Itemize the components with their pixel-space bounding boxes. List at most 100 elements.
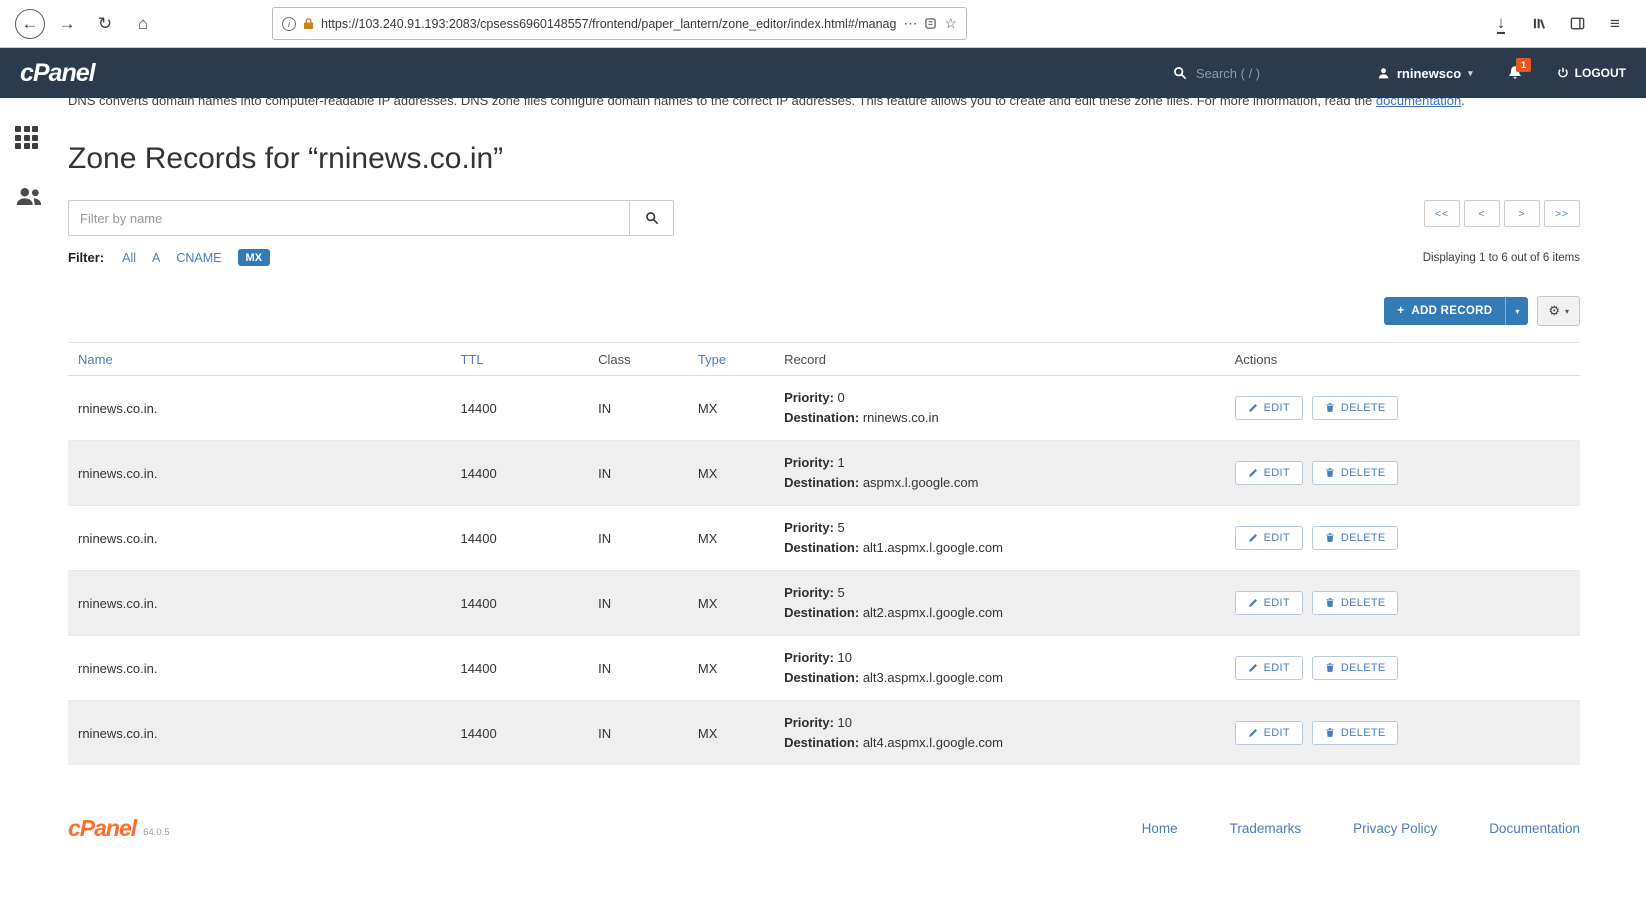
user-menu[interactable]: rninewsco ▾ — [1377, 66, 1473, 81]
column-header-type[interactable]: Type — [687, 342, 775, 376]
browser-forward-button[interactable]: → — [51, 8, 83, 40]
add-record-dropdown-button[interactable]: ▾ — [1505, 297, 1529, 325]
apps-grid-button[interactable] — [0, 120, 38, 155]
table-row: rninews.co.in. 14400 IN MX Priority: 5 D… — [68, 570, 1580, 636]
last-page-button[interactable]: >> — [1544, 200, 1580, 227]
browser-back-button[interactable]: ← — [15, 8, 45, 39]
edit-button[interactable]: EDIT — [1234, 721, 1303, 746]
logout-label: LOGOUT — [1574, 66, 1626, 80]
documentation-link[interactable]: documentation — [1376, 98, 1461, 108]
chevron-down-icon: ▾ — [1515, 306, 1520, 316]
notifications-button[interactable]: 1 — [1507, 58, 1531, 81]
zone-records-table: Name TTL Class Type Record Actions rnine… — [68, 342, 1580, 765]
destination-label: Destination: — [784, 735, 860, 750]
filter-label: Filter: — [68, 250, 105, 265]
record-ttl: 14400 — [450, 505, 589, 571]
record-value: Priority: 0 Destination: rninews.co.in — [774, 375, 1225, 441]
delete-button[interactable]: DELETE — [1311, 720, 1399, 745]
edit-button[interactable]: EDIT — [1234, 526, 1303, 551]
delete-button[interactable]: DELETE — [1311, 590, 1399, 615]
record-type: MX — [687, 440, 775, 506]
column-header-ttl[interactable]: TTL — [450, 342, 589, 376]
library-button[interactable] — [1523, 8, 1555, 40]
filter-mx[interactable]: MX — [237, 249, 271, 266]
sidebar-toggle-button[interactable] — [1561, 8, 1593, 40]
footer-link-privacy-policy[interactable]: Privacy Policy — [1353, 821, 1437, 836]
footer-link-trademarks[interactable]: Trademarks — [1230, 821, 1302, 836]
browser-chrome: ← → ↻ ⌂ i https://103.240.91.193:2083/cp… — [0, 0, 1646, 48]
browser-home-button[interactable]: ⌂ — [127, 8, 159, 40]
username-text: rninewsco — [1396, 65, 1462, 81]
chevron-down-icon: ▾ — [1564, 306, 1569, 316]
record-class: IN — [588, 505, 688, 571]
prev-page-button[interactable]: < — [1464, 200, 1500, 227]
record-class: IN — [588, 635, 688, 701]
settings-button[interactable]: ⚙ ▾ — [1537, 296, 1580, 326]
table-row: rninews.co.in. 14400 IN MX Priority: 10 … — [68, 635, 1580, 701]
delete-button[interactable]: DELETE — [1311, 655, 1399, 680]
type-filters: Filter: All A CNAME MX — [68, 249, 271, 266]
footer-link-documentation[interactable]: Documentation — [1489, 821, 1580, 836]
header-search[interactable]: Search ( / ) — [1173, 66, 1343, 81]
power-icon — [1557, 67, 1569, 79]
delete-button[interactable]: DELETE — [1311, 525, 1399, 550]
description-text: DNS converts domain names into computer-… — [68, 98, 1376, 108]
refresh-icon: ↻ — [97, 13, 113, 33]
table-header-row: Name TTL Class Type Record Actions — [68, 342, 1580, 376]
filter-cname[interactable]: CNAME — [176, 251, 221, 265]
delete-button[interactable]: DELETE — [1311, 395, 1399, 420]
add-record-label: ADD RECORD — [1411, 305, 1493, 317]
table-row: rninews.co.in. 14400 IN MX Priority: 0 D… — [68, 375, 1580, 441]
pencil-icon — [1248, 728, 1258, 738]
page-info-icon[interactable]: i — [282, 16, 296, 31]
library-icon — [1532, 16, 1547, 31]
priority-label: Priority: — [784, 390, 834, 405]
destination-value: alt2.aspmx.l.google.com — [862, 605, 1003, 620]
filter-a[interactable]: A — [152, 251, 160, 265]
next-page-button[interactable]: > — [1504, 200, 1540, 227]
logout-button[interactable]: LOGOUT — [1557, 66, 1626, 80]
filter-search-button[interactable] — [630, 200, 674, 236]
record-type: MX — [687, 570, 775, 636]
footer-link-home[interactable]: Home — [1142, 821, 1178, 836]
user-manager-button[interactable] — [0, 181, 43, 212]
record-type: MX — [687, 505, 775, 571]
edit-label: EDIT — [1263, 597, 1290, 610]
column-header-name[interactable]: Name — [68, 342, 451, 376]
record-class: IN — [588, 375, 688, 441]
downloads-button[interactable]: ↓ — [1485, 8, 1517, 40]
trash-icon — [1325, 662, 1335, 673]
address-bar[interactable]: i https://103.240.91.193:2083/cpsess6960… — [272, 7, 967, 40]
delete-button[interactable]: DELETE — [1311, 460, 1399, 485]
hamburger-icon: ≡ — [1610, 13, 1620, 33]
bookmark-icon[interactable] — [924, 17, 937, 30]
filter-all[interactable]: All — [122, 251, 136, 265]
page-description: DNS converts domain names into computer-… — [68, 98, 1580, 110]
plus-icon: + — [1397, 305, 1405, 317]
page-footer: cPanel 64.0.5 Home Trademarks Privacy Po… — [68, 815, 1580, 872]
url-text: https://103.240.91.193:2083/cpsess696014… — [321, 16, 897, 31]
destination-value: aspmx.l.google.com — [862, 475, 979, 490]
users-icon — [15, 187, 43, 206]
record-name: rninews.co.in. — [68, 635, 451, 701]
footer-links: Home Trademarks Privacy Policy Documenta… — [1142, 821, 1580, 836]
filter-input[interactable] — [68, 200, 630, 236]
edit-button[interactable]: EDIT — [1234, 591, 1303, 616]
record-type: MX — [687, 635, 775, 701]
priority-value: 5 — [837, 520, 845, 535]
destination-label: Destination: — [784, 410, 860, 425]
left-sidebar — [0, 98, 66, 900]
record-name: rninews.co.in. — [68, 440, 451, 506]
browser-refresh-button[interactable]: ↻ — [89, 8, 121, 40]
add-record-button[interactable]: + ADD RECORD — [1384, 297, 1506, 325]
edit-button[interactable]: EDIT — [1234, 396, 1303, 421]
bookmark-star-icon[interactable]: ☆ — [944, 15, 957, 32]
displaying-text: Displaying 1 to 6 out of 6 items — [1422, 251, 1580, 264]
cpanel-footer-logo: cPanel — [68, 815, 137, 841]
page-actions-icon[interactable]: ⋯ — [903, 15, 917, 32]
first-page-button[interactable]: << — [1424, 200, 1460, 227]
menu-button[interactable]: ≡ — [1599, 8, 1631, 40]
priority-value: 0 — [837, 390, 845, 405]
edit-button[interactable]: EDIT — [1234, 656, 1303, 681]
edit-button[interactable]: EDIT — [1234, 461, 1303, 486]
